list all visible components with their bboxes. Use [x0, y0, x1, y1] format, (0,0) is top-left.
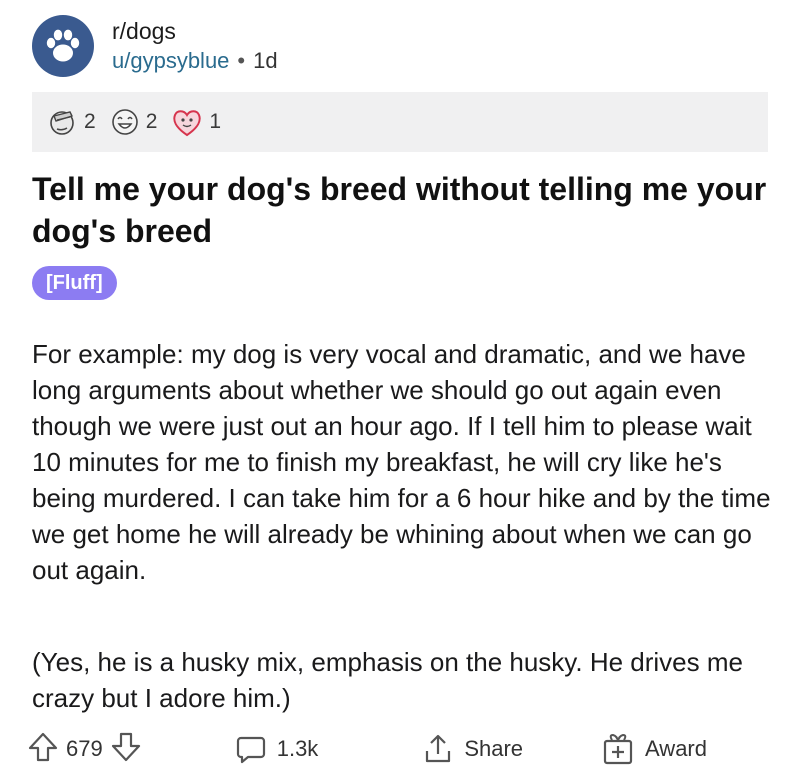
gift-award-icon [603, 733, 633, 765]
facepalm-award-icon [50, 111, 74, 135]
downvote-button[interactable] [109, 730, 143, 769]
award-count: 2 [84, 110, 96, 133]
post-title[interactable]: Tell me your dog's breed without telling… [32, 168, 772, 252]
laughing-face-award-icon [111, 109, 138, 135]
post-body-paragraph: (Yes, he is a husky mix, emphasis on the… [32, 647, 743, 713]
comments-button[interactable]: 1.3k [235, 733, 319, 765]
comment-count: 1.3k [276, 736, 319, 761]
award-item[interactable]: 2 [110, 107, 158, 137]
subreddit-name[interactable]: r/dogs [112, 16, 278, 46]
paw-icon [46, 29, 80, 62]
post-meta: r/dogs u/gypsyblue • 1d [112, 16, 278, 76]
post-age: 1d [253, 48, 278, 73]
subreddit-avatar[interactable] [32, 15, 94, 77]
post-body-paragraph: For example: my dog is very vocal and dr… [32, 339, 771, 585]
downvote-arrow-icon [111, 732, 140, 761]
award-count: 2 [145, 110, 158, 133]
vote-control: 679 [26, 730, 143, 769]
upvote-arrow-icon [28, 732, 58, 761]
share-label: Share [464, 736, 524, 761]
award-item[interactable]: 2 [48, 107, 96, 137]
award-item[interactable]: 1 [171, 107, 221, 137]
share-icon [426, 734, 451, 763]
heart-face-award-icon [173, 110, 202, 137]
post-action-bar: 679 1.3k Share Award [26, 722, 776, 776]
author-row: u/gypsyblue • 1d [112, 46, 278, 76]
share-button[interactable]: Share [422, 733, 523, 765]
meta-separator: • [237, 48, 246, 73]
post-flair[interactable]: [Fluff] [32, 266, 117, 300]
award-button[interactable]: Award [601, 732, 707, 766]
author-name[interactable]: u/gypsyblue [112, 46, 229, 76]
comment-bubble-icon [236, 736, 265, 764]
post-header: r/dogs u/gypsyblue • 1d [32, 14, 278, 78]
awards-bar[interactable]: 2 2 1 [32, 92, 768, 152]
award-count: 1 [209, 110, 222, 133]
upvote-button[interactable] [26, 730, 60, 769]
vote-score: 679 [66, 736, 103, 761]
award-label: Award [645, 736, 707, 761]
